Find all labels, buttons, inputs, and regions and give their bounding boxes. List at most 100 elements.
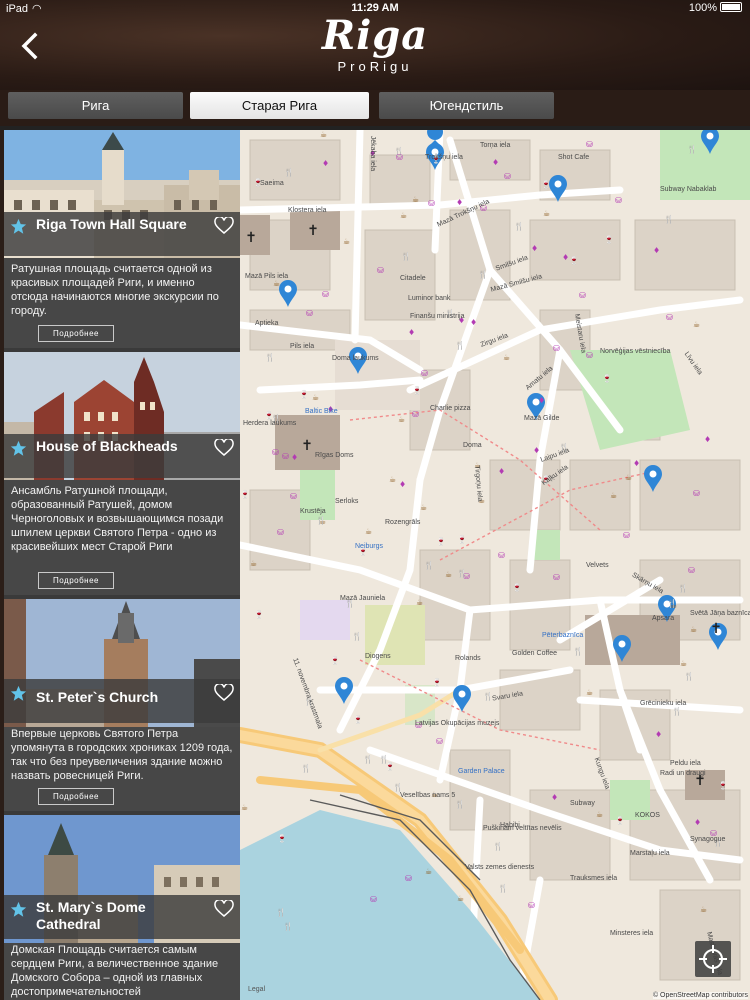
map-location-pin-icon[interactable] xyxy=(335,677,353,704)
map-poi-icon[interactable]: ♦ xyxy=(498,467,505,476)
map-poi-icon[interactable]: 🍷 xyxy=(602,374,612,383)
map-poi-icon[interactable]: ♦ xyxy=(470,318,477,327)
map-poi-icon[interactable]: ⛁ xyxy=(421,369,428,378)
map-poi-icon[interactable]: 🍷 xyxy=(385,762,395,771)
map-poi-icon[interactable]: ⛁ xyxy=(428,199,435,208)
map-poi-icon[interactable]: 🍴 xyxy=(283,922,293,931)
map-poi-icon[interactable]: 🍴 xyxy=(424,561,434,570)
map-poi-icon[interactable]: ☕ xyxy=(365,527,372,536)
map-poi-icon[interactable]: 🍷 xyxy=(240,490,250,499)
map-poi-icon[interactable]: 🍷 xyxy=(457,535,467,544)
map-poi-icon[interactable]: ♦ xyxy=(533,446,540,455)
heart-icon[interactable] xyxy=(214,900,234,918)
map-poi-icon[interactable]: ⛁ xyxy=(586,140,593,149)
map-poi-icon[interactable]: ☕ xyxy=(416,598,423,607)
map-view[interactable]: ✝ ✝ ✝ ✝ ✝ 🍴 🍷 ☕ 🍴 ⛁ 🍷 🍴 ☕ ☕ ☕ ⛁ ♦ 🍴 ⛁ ☕ ♦ ⛁ ⛁ 🍴 🍴 ♦ 🍴 🍴 🍷 🍷 ♦ ⛁ ☕ 🍷 ⛁… xyxy=(240,130,750,1000)
map-poi-icon[interactable]: ♦ xyxy=(655,730,662,739)
heart-icon[interactable] xyxy=(214,684,234,702)
map-poi-icon[interactable]: ⛁ xyxy=(412,410,419,419)
map-poi-icon[interactable]: 🍴 xyxy=(363,755,373,764)
map-poi-icon[interactable]: ♦ xyxy=(653,246,660,255)
map-poi-icon[interactable]: ♦ xyxy=(694,818,701,827)
map-poi-icon[interactable]: 🍴 xyxy=(493,842,503,851)
map-poi-icon[interactable]: ☕ xyxy=(343,237,350,246)
map-poi-icon[interactable]: ⛁ xyxy=(586,351,593,360)
map-poi-icon[interactable]: 🍷 xyxy=(615,816,625,825)
map-poi-icon[interactable]: ⛁ xyxy=(553,344,560,353)
map-poi-icon[interactable]: ⛁ xyxy=(282,452,289,461)
map-poi-icon[interactable]: ☕ xyxy=(389,475,396,484)
map-poi-icon[interactable]: 🍴 xyxy=(393,783,403,792)
map-poi-icon[interactable]: ⛁ xyxy=(306,309,313,318)
map-poi-icon[interactable]: ☕ xyxy=(680,659,687,668)
map-poi-icon[interactable]: ♦ xyxy=(399,480,406,489)
map-poi-icon[interactable]: ⛁ xyxy=(553,573,560,582)
map-poi-icon[interactable]: 🍷 xyxy=(353,715,363,724)
tab-riga[interactable]: Рига xyxy=(8,92,183,119)
map-poi-icon[interactable]: ⛁ xyxy=(405,874,412,883)
map-poi-icon[interactable]: 🍷 xyxy=(330,656,340,665)
locate-me-button[interactable] xyxy=(695,941,731,977)
map-attribution[interactable]: © OpenStreetMap contributors xyxy=(652,992,748,999)
map-poi-icon[interactable]: 🍴 xyxy=(684,672,694,681)
map-poi-icon[interactable]: 🍴 xyxy=(664,215,674,224)
map-poi-icon[interactable]: ⛁ xyxy=(290,492,297,501)
map-poi-icon[interactable]: ⛁ xyxy=(688,566,695,575)
map-poi-icon[interactable]: ♦ xyxy=(633,459,640,468)
map-poi-icon[interactable]: ☕ xyxy=(586,688,593,697)
map-poi-icon[interactable]: ⛁ xyxy=(666,313,673,322)
map-poi-icon[interactable]: ☕ xyxy=(250,559,257,568)
map-poi-icon[interactable]: ⛁ xyxy=(504,172,511,181)
map-poi-icon[interactable]: 🍴 xyxy=(276,908,286,917)
map-poi-icon[interactable]: 🍷 xyxy=(718,781,728,790)
more-button[interactable]: Подробнее xyxy=(38,572,114,589)
sight-card-house-of-blackheads[interactable]: House of Blackheads Ансамбль Ратушной пл… xyxy=(4,352,240,595)
map-poi-icon[interactable]: 🍴 xyxy=(352,632,362,641)
map-poi-icon[interactable]: ♦ xyxy=(704,435,711,444)
map-poi-icon[interactable]: ☕ xyxy=(412,195,419,204)
map-poi-icon[interactable]: ☕ xyxy=(400,211,407,220)
map-poi-icon[interactable]: 🍴 xyxy=(284,168,294,177)
map-poi-icon[interactable]: ☕ xyxy=(693,320,700,329)
map-poi-icon[interactable]: ⛁ xyxy=(498,551,505,560)
map-poi-icon[interactable]: 🍷 xyxy=(541,180,551,189)
map-poi-icon[interactable]: ☕ xyxy=(610,491,617,500)
map-poi-icon[interactable]: 🍷 xyxy=(512,583,522,592)
map-poi-icon[interactable]: 🍴 xyxy=(265,353,275,362)
map-poi-icon[interactable]: ☕ xyxy=(503,353,510,362)
map-poi-icon[interactable]: 🍴 xyxy=(514,222,524,231)
map-poi-icon[interactable]: 🍴 xyxy=(478,270,488,279)
map-poi-icon[interactable]: 🍴 xyxy=(316,516,326,525)
map-poi-icon[interactable]: ⛁ xyxy=(528,901,535,910)
map-poi-icon[interactable]: ☕ xyxy=(312,393,319,402)
map-poi-icon[interactable]: 🍴 xyxy=(301,764,311,773)
heart-icon[interactable] xyxy=(214,217,234,235)
map-poi-icon[interactable]: ⛁ xyxy=(579,291,586,300)
map-poi-icon[interactable]: 🍷 xyxy=(604,235,614,244)
sight-card-st-peters-church[interactable]: St. Peter`s Church Впервые церковь Свято… xyxy=(4,599,240,811)
heart-icon[interactable] xyxy=(214,439,234,457)
map-poi-icon[interactable]: ♦ xyxy=(551,793,558,802)
map-poi-icon[interactable]: 🍴 xyxy=(498,884,508,893)
map-poi-icon[interactable]: ☕ xyxy=(241,803,248,812)
map-poi-icon[interactable]: ⛁ xyxy=(436,737,443,746)
map-poi-icon[interactable]: ⛁ xyxy=(623,531,630,540)
more-button[interactable]: Подробнее xyxy=(38,788,114,805)
map-poi-icon[interactable]: 🍷 xyxy=(277,834,287,843)
map-poi-icon[interactable]: 🍴 xyxy=(687,145,697,154)
map-poi-icon[interactable]: ♦ xyxy=(531,244,538,253)
map-poi-icon[interactable]: ⛁ xyxy=(377,266,384,275)
map-poi-icon[interactable]: ♦ xyxy=(456,198,463,207)
map-poi-icon[interactable]: ⛁ xyxy=(370,895,377,904)
map-poi-icon[interactable]: ☕ xyxy=(457,894,464,903)
map-poi-icon[interactable]: 🍴 xyxy=(457,569,467,578)
map-poi-icon[interactable]: 🍷 xyxy=(264,411,274,420)
map-poi-icon[interactable]: 🍷 xyxy=(412,386,422,395)
map-poi-icon[interactable]: 🍷 xyxy=(254,610,264,619)
sight-card-town-hall-square[interactable]: Riga Town Hall Square Ратушная площадь с… xyxy=(4,130,240,348)
map-poi-icon[interactable]: 🍷 xyxy=(432,678,442,687)
map-poi-icon[interactable]: ♦ xyxy=(562,253,569,262)
map-location-pin-icon[interactable] xyxy=(279,280,297,307)
map-poi-icon[interactable]: 🍴 xyxy=(672,707,682,716)
map-poi-icon[interactable]: ⛁ xyxy=(693,489,700,498)
